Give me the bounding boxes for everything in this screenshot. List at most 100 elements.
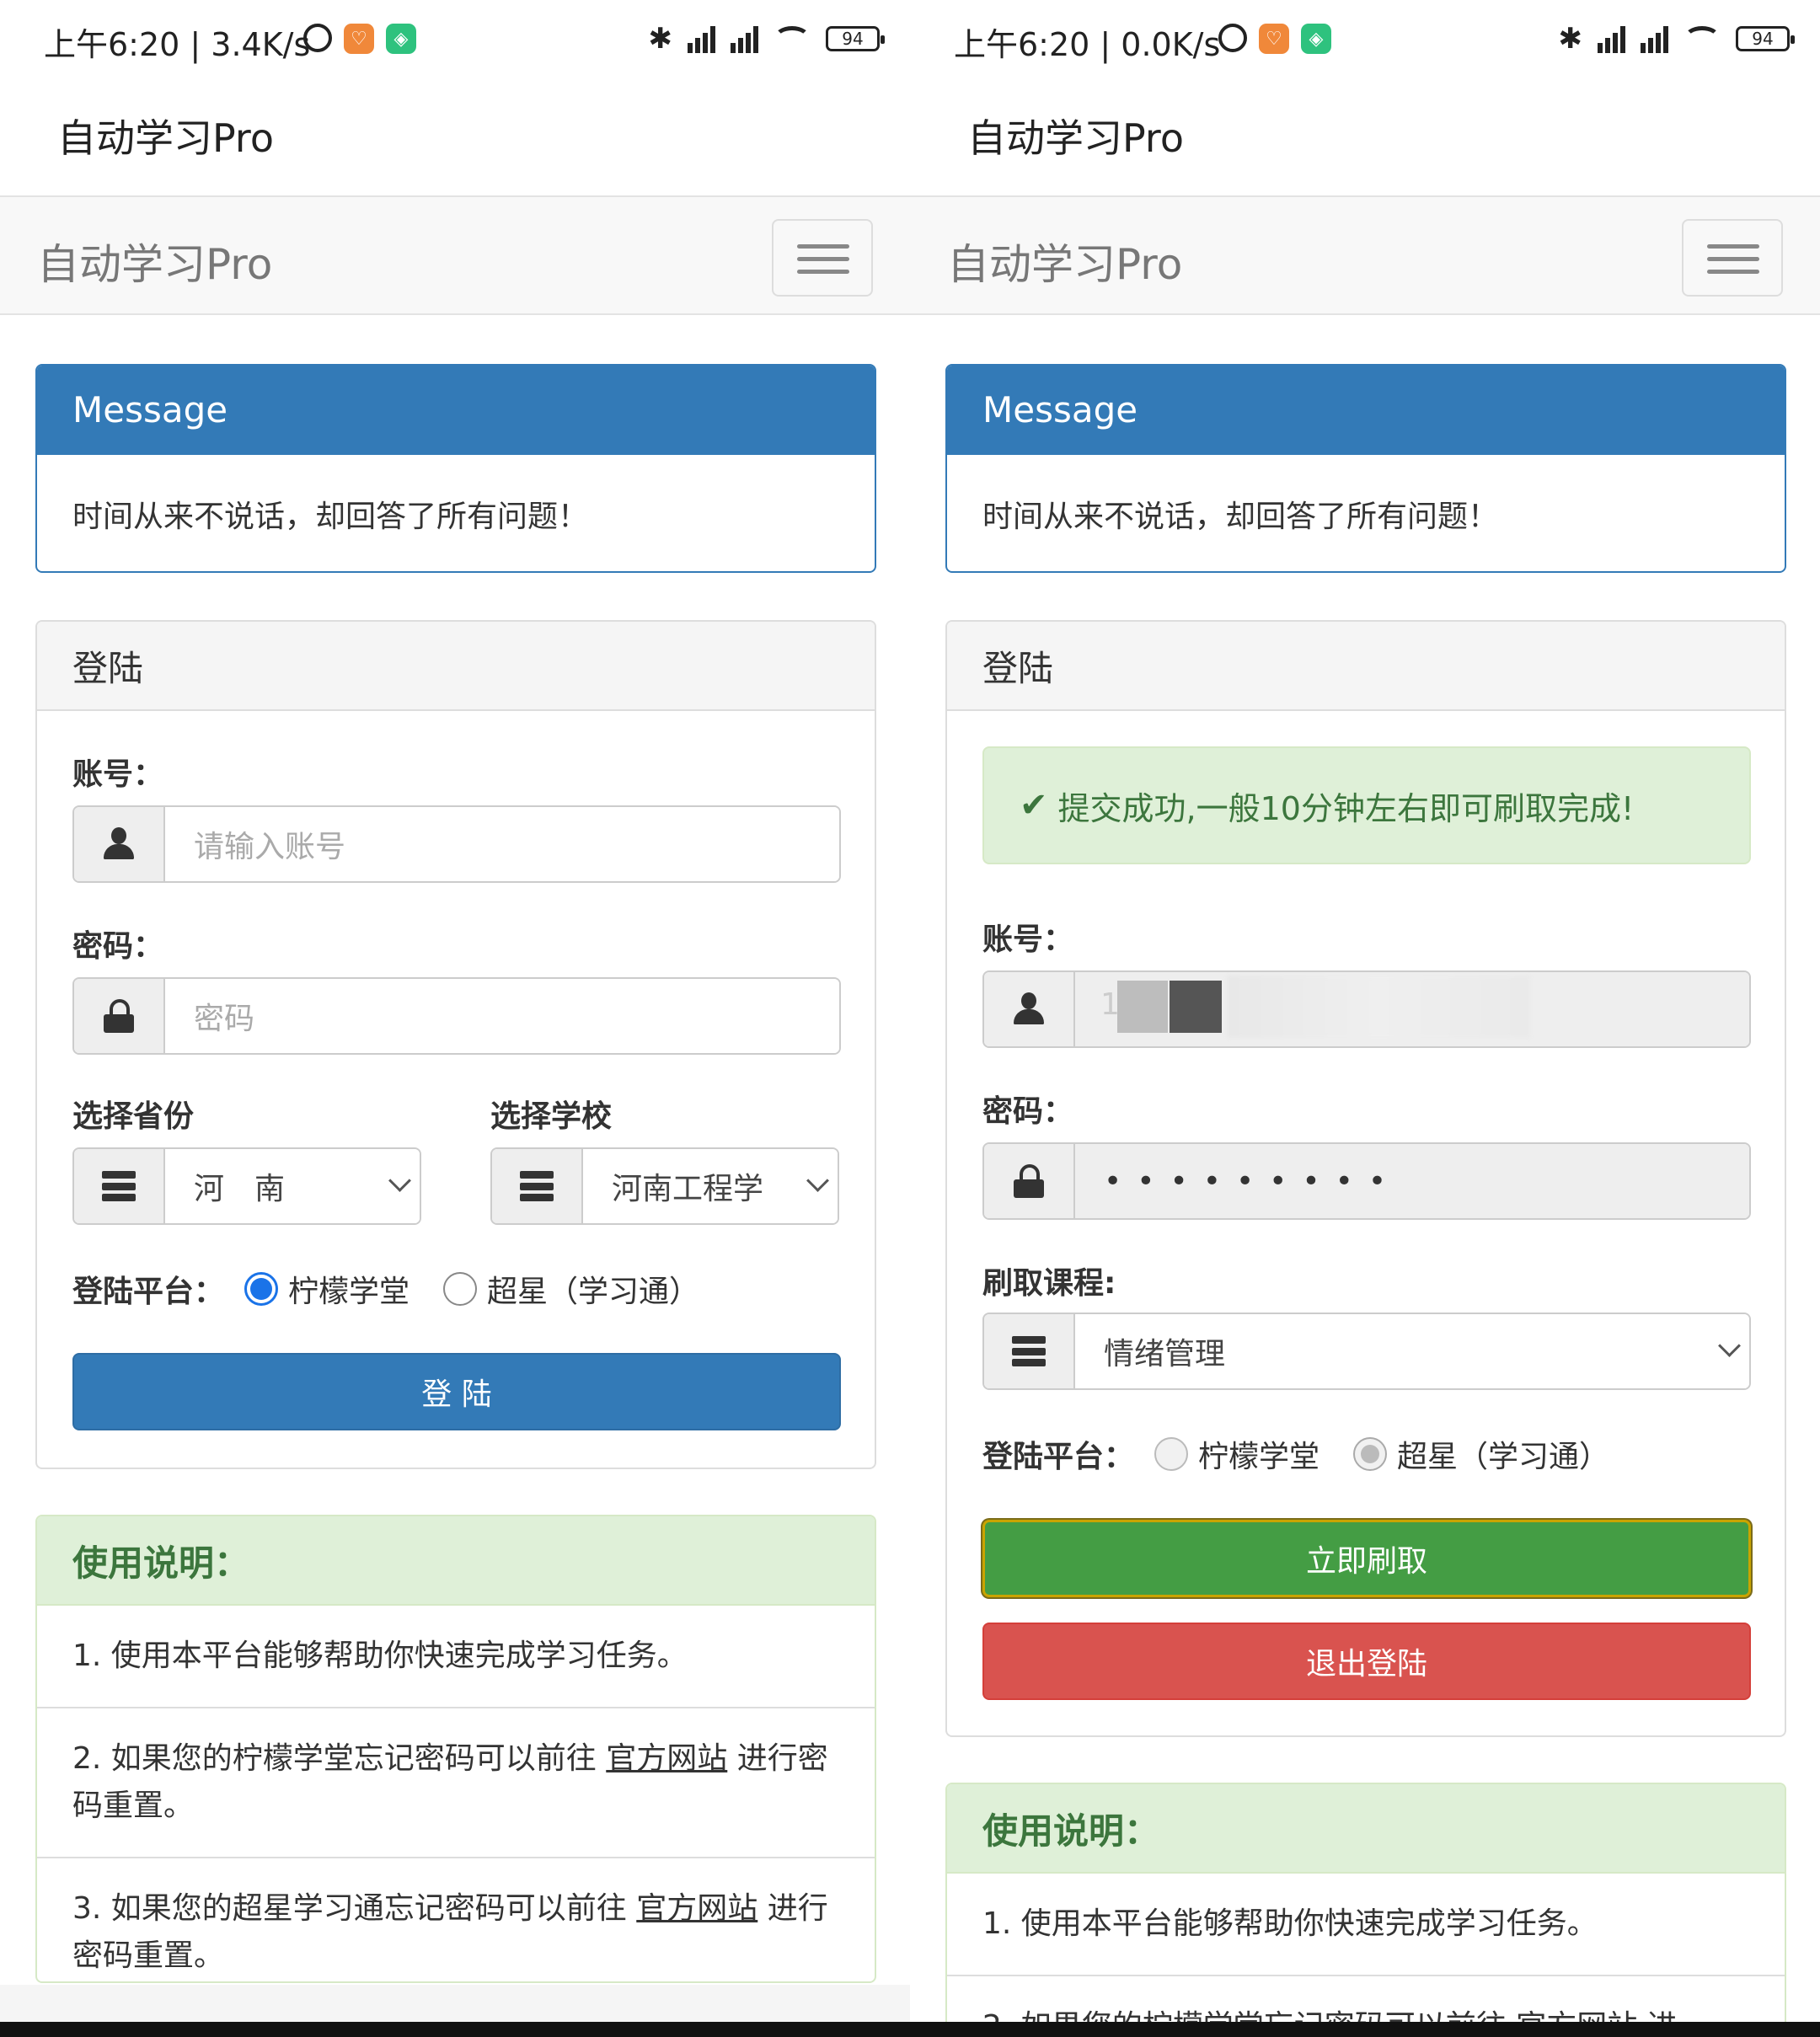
list-item: 1. 使用本平台能够帮助你快速完成学习任务。	[982, 1906, 1598, 1941]
watermark-strip	[0, 2022, 1820, 2037]
message-title: Message	[947, 366, 1785, 455]
school-select-group: 河南工程学	[490, 1147, 839, 1225]
chevron-down-icon	[806, 1169, 829, 1192]
platform-radio-lemon[interactable]	[1154, 1437, 1189, 1471]
navbar: 自动学习Pro	[0, 195, 910, 315]
instructions-title: 使用说明：	[37, 1516, 875, 1606]
platform-option-chaoxing[interactable]: 超星（学习通）	[1397, 1432, 1609, 1476]
school-label: 选择学校	[490, 1099, 613, 1134]
login-panel: 登陆 账号： 请输入账号 密码： 密码 选择省份 选择学校 河 南 河南工程学	[35, 620, 876, 1469]
list-item: 3. 如果您的超星学习通忘记密码可以前往 官方网站 进行密码重置。	[37, 1857, 875, 1981]
password-input-group: •••••••••	[982, 1142, 1751, 1220]
platform-label: 登陆平台：	[72, 1275, 225, 1309]
instructions-title: 使用说明：	[947, 1784, 1785, 1874]
server-icon	[102, 1171, 136, 1201]
lock-icon	[1014, 1164, 1044, 1198]
password-label: 密码：	[72, 929, 164, 964]
official-site-link[interactable]: 官方网站	[606, 1741, 727, 1776]
chevron-down-icon	[388, 1169, 411, 1192]
bluetooth-icon: ✱	[1558, 22, 1583, 56]
province-select-group: 河 南	[72, 1147, 421, 1225]
message-title: Message	[37, 366, 875, 455]
official-site-link[interactable]: 官方网站	[636, 1891, 757, 1926]
lock-icon	[104, 999, 134, 1033]
platform-radio-chaoxing[interactable]	[443, 1272, 478, 1306]
login-title: 登陆	[37, 622, 875, 711]
message-body: 时间从来不说话，却回答了所有问题！	[982, 500, 1499, 534]
start-brush-button[interactable]: 立即刷取	[982, 1520, 1751, 1597]
login-panel: 登陆 ✔ 提交成功,一般10分钟左右即可刷取完成! 账号： 1 密码： ••••…	[945, 620, 1786, 1737]
server-icon	[1012, 1336, 1046, 1366]
message-panel: Message 时间从来不说话，却回答了所有问题！	[35, 364, 876, 573]
list-item: 2. 如果您的柠檬学堂忘记密码可以前往 官方网站 进	[947, 1975, 1785, 2022]
app-title: 自动学习Pro	[967, 115, 1184, 161]
account-label: 账号：	[982, 922, 1074, 957]
province-select[interactable]: 河 南	[165, 1149, 420, 1223]
battery-icon: 94	[826, 26, 885, 51]
platform-option-chaoxing[interactable]: 超星（学习通）	[487, 1267, 699, 1311]
course-select[interactable]: 情绪管理	[1075, 1314, 1749, 1388]
platform-radio-group: 登陆平台： 柠檬学堂 超星（学习通）	[982, 1432, 1643, 1476]
instructions-panel: 使用说明： 1. 使用本平台能够帮助你快速完成学习任务。 2. 如果您的柠檬学堂…	[945, 1783, 1786, 2022]
app-title: 自动学习Pro	[57, 115, 274, 161]
login-button[interactable]: 登 陆	[72, 1353, 841, 1430]
platform-radio-group: 登陆平台： 柠檬学堂 超星（学习通）	[72, 1267, 733, 1311]
alarm-icon	[303, 24, 332, 52]
login-title: 登陆	[947, 622, 1785, 711]
list-item: 2. 如果您的柠檬学堂忘记密码可以前往 官方网站 进行密码重置。	[37, 1707, 875, 1857]
message-body: 时间从来不说话，却回答了所有问题！	[72, 500, 589, 534]
password-input[interactable]: •••••••••	[1075, 1144, 1749, 1218]
screen-after-login: 上午6:20 | 0.0K/s ♡ ◈ ✱ 94 自动学习Pro 自动学习Pro…	[910, 0, 1820, 2022]
screen-before-login: 上午6:20 | 3.4K/s ♡ ◈ ✱ 94 自动学习Pro 自动学习Pro…	[0, 0, 910, 2022]
account-input-group: 1	[982, 970, 1751, 1048]
list-item: 1. 使用本平台能够帮助你快速完成学习任务。	[72, 1639, 688, 1673]
platform-radio-lemon[interactable]	[244, 1272, 279, 1306]
platform-option-lemon[interactable]: 柠檬学堂	[288, 1267, 410, 1311]
shield-icon: ◈	[1301, 24, 1331, 54]
platform-option-lemon[interactable]: 柠檬学堂	[1198, 1432, 1320, 1476]
bottom-area	[0, 1985, 910, 2022]
user-icon	[1012, 992, 1046, 1026]
success-message: 提交成功,一般10分钟左右即可刷取完成!	[1057, 789, 1635, 827]
status-bar: 上午6:20 | 0.0K/s ♡ ◈ ✱ 94	[910, 0, 1820, 84]
password-input[interactable]: 密码	[165, 979, 839, 1053]
server-icon	[520, 1171, 554, 1201]
account-input[interactable]: 请输入账号	[165, 807, 839, 881]
success-alert: ✔ 提交成功,一般10分钟左右即可刷取完成!	[982, 746, 1751, 864]
signal-icon	[1598, 24, 1625, 53]
message-panel: Message 时间从来不说话，却回答了所有问题！	[945, 364, 1786, 573]
navbar-brand[interactable]: 自动学习Pro	[947, 231, 1182, 291]
course-select-group: 情绪管理	[982, 1313, 1751, 1390]
password-label: 密码：	[982, 1094, 1074, 1129]
shield-icon: ◈	[386, 24, 416, 54]
navbar: 自动学习Pro	[910, 195, 1820, 315]
signal-icon	[688, 24, 715, 53]
status-bar: 上午6:20 | 3.4K/s ♡ ◈ ✱ 94	[0, 0, 910, 84]
navbar-brand[interactable]: 自动学习Pro	[37, 231, 272, 291]
account-input-group: 请输入账号	[72, 805, 841, 883]
password-input-group: 密码	[72, 977, 841, 1055]
status-time: 上午6:20 | 3.4K/s	[44, 26, 311, 63]
course-label: 刷取课程:	[982, 1266, 1116, 1301]
signal-icon-2	[1641, 24, 1668, 53]
menu-toggle-button[interactable]	[772, 219, 873, 297]
menu-toggle-button[interactable]	[1682, 219, 1783, 297]
checkmark-icon: ✔	[1020, 786, 1048, 825]
province-label: 选择省份	[72, 1099, 195, 1134]
account-label: 账号：	[72, 757, 164, 792]
school-select[interactable]: 河南工程学	[583, 1149, 838, 1223]
wifi-icon	[774, 26, 811, 51]
account-input[interactable]: 1	[1075, 972, 1749, 1046]
platform-label: 登陆平台：	[982, 1440, 1135, 1474]
chevron-down-icon	[1718, 1334, 1741, 1357]
battery-icon: 94	[1736, 26, 1795, 51]
user-icon	[102, 827, 136, 861]
instructions-panel: 使用说明： 1. 使用本平台能够帮助你快速完成学习任务。 2. 如果您的柠檬学堂…	[35, 1515, 876, 1983]
app-notification-icon: ♡	[1259, 24, 1289, 54]
status-time: 上午6:20 | 0.0K/s	[954, 26, 1221, 63]
logout-button[interactable]: 退出登陆	[982, 1623, 1751, 1700]
signal-icon-2	[731, 24, 758, 53]
platform-radio-chaoxing[interactable]	[1353, 1437, 1388, 1471]
bluetooth-icon: ✱	[648, 22, 673, 56]
app-notification-icon: ♡	[344, 24, 374, 54]
